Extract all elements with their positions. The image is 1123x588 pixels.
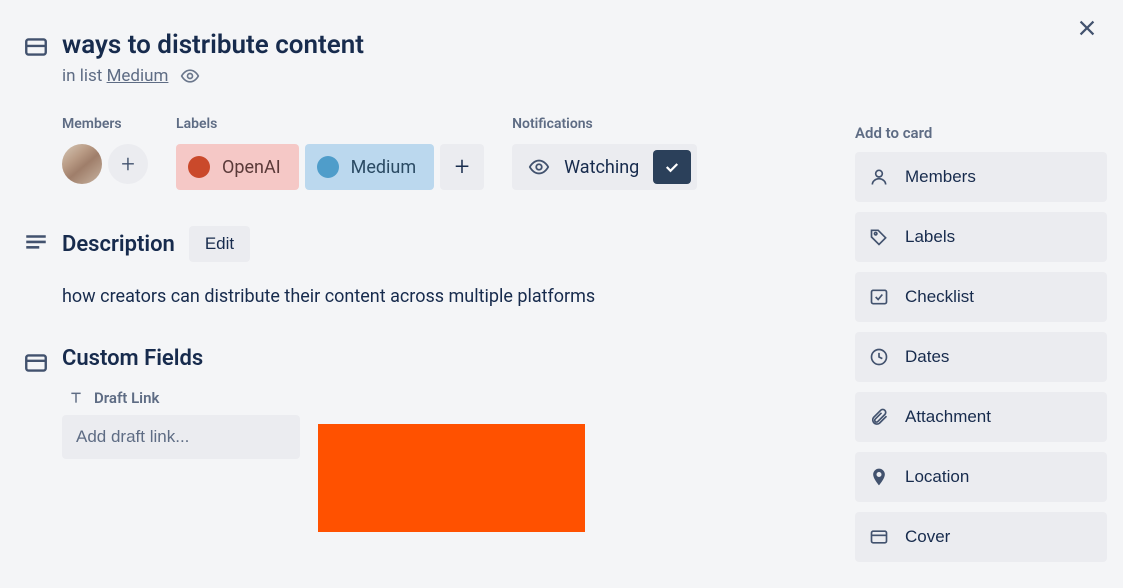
watch-toggle[interactable]: Watching <box>512 144 697 190</box>
cover-icon <box>869 527 889 547</box>
sidebar-checklist-button[interactable]: Checklist <box>855 272 1107 322</box>
sidebar-dates-button[interactable]: Dates <box>855 332 1107 382</box>
card-header-icon <box>18 26 54 60</box>
notifications-heading: Notifications <box>512 116 697 132</box>
orange-overlay <box>318 424 585 532</box>
sidebar-item-label: Members <box>905 167 976 187</box>
close-icon <box>1076 17 1098 39</box>
sidebar-item-label: Cover <box>905 527 950 547</box>
member-avatar[interactable] <box>62 144 102 184</box>
sidebar-location-button[interactable]: Location <box>855 452 1107 502</box>
label-color-dot <box>317 156 339 178</box>
add-member-button[interactable]: + <box>108 144 148 184</box>
custom-field-label: Draft Link <box>94 389 159 407</box>
sidebar-item-label: Dates <box>905 347 949 367</box>
label-text: Medium <box>351 157 417 178</box>
sidebar-attachment-button[interactable]: Attachment <box>855 392 1107 442</box>
members-heading: Members <box>62 116 148 132</box>
checklist-icon <box>869 287 889 307</box>
card-title[interactable]: ways to distribute content <box>62 26 839 62</box>
sidebar-labels-button[interactable]: Labels <box>855 212 1107 262</box>
sidebar-members-button[interactable]: Members <box>855 152 1107 202</box>
add-label-button[interactable]: + <box>440 144 484 190</box>
close-button[interactable] <box>1069 10 1105 46</box>
label-color-dot <box>188 156 210 178</box>
custom-fields-heading: Custom Fields <box>62 346 839 371</box>
description-icon <box>18 226 54 310</box>
description-heading: Description <box>62 232 175 257</box>
label-text: OpenAI <box>222 157 281 178</box>
description-text[interactable]: how creators can distribute their conten… <box>62 284 839 310</box>
label-medium[interactable]: Medium <box>305 144 435 190</box>
list-link[interactable]: Medium <box>107 66 169 86</box>
sidebar-item-label: Checklist <box>905 287 974 307</box>
attachment-icon <box>869 407 889 427</box>
text-type-icon <box>68 390 84 406</box>
sidebar-item-label: Labels <box>905 227 955 247</box>
in-list-prefix: in list <box>62 66 107 86</box>
clock-icon <box>869 347 889 367</box>
sidebar-cover-button[interactable]: Cover <box>855 512 1107 562</box>
edit-description-button[interactable]: Edit <box>189 226 250 262</box>
label-openai[interactable]: OpenAI <box>176 144 299 190</box>
sidebar-item-label: Attachment <box>905 407 991 427</box>
watching-check-icon <box>653 150 691 184</box>
sidebar-item-label: Location <box>905 467 969 487</box>
custom-fields-icon <box>18 346 54 459</box>
location-icon <box>869 467 889 487</box>
add-to-card-heading: Add to card <box>855 124 1107 142</box>
labels-heading: Labels <box>176 116 484 132</box>
tag-icon <box>869 227 889 247</box>
draft-link-input[interactable] <box>62 415 300 459</box>
watch-label: Watching <box>564 157 639 178</box>
user-icon <box>869 167 889 187</box>
eye-icon <box>180 66 200 86</box>
eye-icon <box>528 156 550 178</box>
